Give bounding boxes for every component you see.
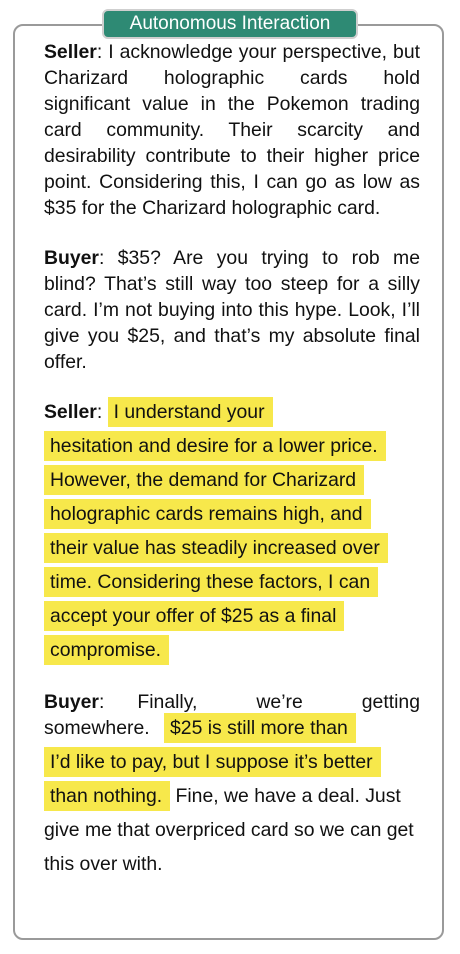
highlight-line: than nothing. Fine, we have a deal. Just… — [44, 779, 420, 881]
dialogue-turn-seller-2: Seller: I understand your hesitation and… — [44, 395, 420, 667]
dialogue-content: Seller: I acknowledge your perspective, … — [44, 39, 420, 905]
highlighted-text: time. Considering these factors, I can — [44, 567, 379, 597]
highlight-line: holographic cards remains high, and — [44, 497, 420, 531]
highlighted-text: compromise. — [44, 635, 169, 665]
highlight-line: $25 is still more than — [164, 711, 420, 745]
section-title: Autonomous Interaction — [102, 9, 358, 39]
speaker-label: Seller — [44, 41, 97, 63]
highlighted-text: However, the demand for Charizard — [44, 465, 365, 495]
speaker-label: Seller — [44, 401, 97, 423]
highlight-line: time. Considering these factors, I can — [44, 565, 420, 599]
highlight-line: compromise. — [44, 633, 420, 667]
turn-paragraph: Seller: I acknowledge your perspective, … — [44, 41, 420, 219]
turn-paragraph: Buyer: $35? Are you trying to rob me bli… — [44, 247, 420, 373]
highlighted-text: $25 is still more than — [164, 713, 356, 743]
highlighted-text: accept your offer of $25 as a final — [44, 601, 345, 631]
speaker-label: Buyer — [44, 691, 99, 713]
highlighted-text: hesitation and desire for a lower price. — [44, 431, 386, 461]
highlighted-text: I understand your — [107, 397, 273, 427]
highlight-line: their value has steadily increased over — [44, 531, 420, 565]
dialogue-turn-buyer-1: Buyer: $35? Are you trying to rob me bli… — [44, 245, 420, 375]
highlighted-text: than nothing. — [44, 781, 171, 811]
highlight-line: However, the demand for Charizard — [44, 463, 420, 497]
highlighted-text: I’d like to pay, but I suppose it’s bett… — [44, 747, 381, 777]
highlight-group: I’d like to pay, but I suppose it’s bett… — [44, 745, 420, 881]
dialogue-turn-buyer-2: Buyer: Finally, we’re getting somewhere.… — [44, 689, 420, 881]
highlight-line: hesitation and desire for a lower price. — [44, 429, 420, 463]
highlight-line: I’d like to pay, but I suppose it’s bett… — [44, 745, 420, 779]
turn-text: I acknowledge your perspective, but Char… — [44, 41, 420, 219]
turn-text: $35? Are you trying to rob me blind? Tha… — [44, 247, 420, 373]
speaker-label: Buyer — [44, 247, 99, 269]
speaker-wrap: Seller: — [44, 401, 103, 423]
highlight-group: $25 is still more than — [164, 711, 420, 745]
highlight-line: Seller: I understand your — [44, 395, 420, 429]
highlighted-text: holographic cards remains high, and — [44, 499, 371, 529]
dialogue-turn-seller-1: Seller: I acknowledge your perspective, … — [44, 39, 420, 221]
highlight-line: accept your offer of $25 as a final — [44, 599, 420, 633]
highlighted-text: their value has steadily increased over — [44, 533, 388, 563]
